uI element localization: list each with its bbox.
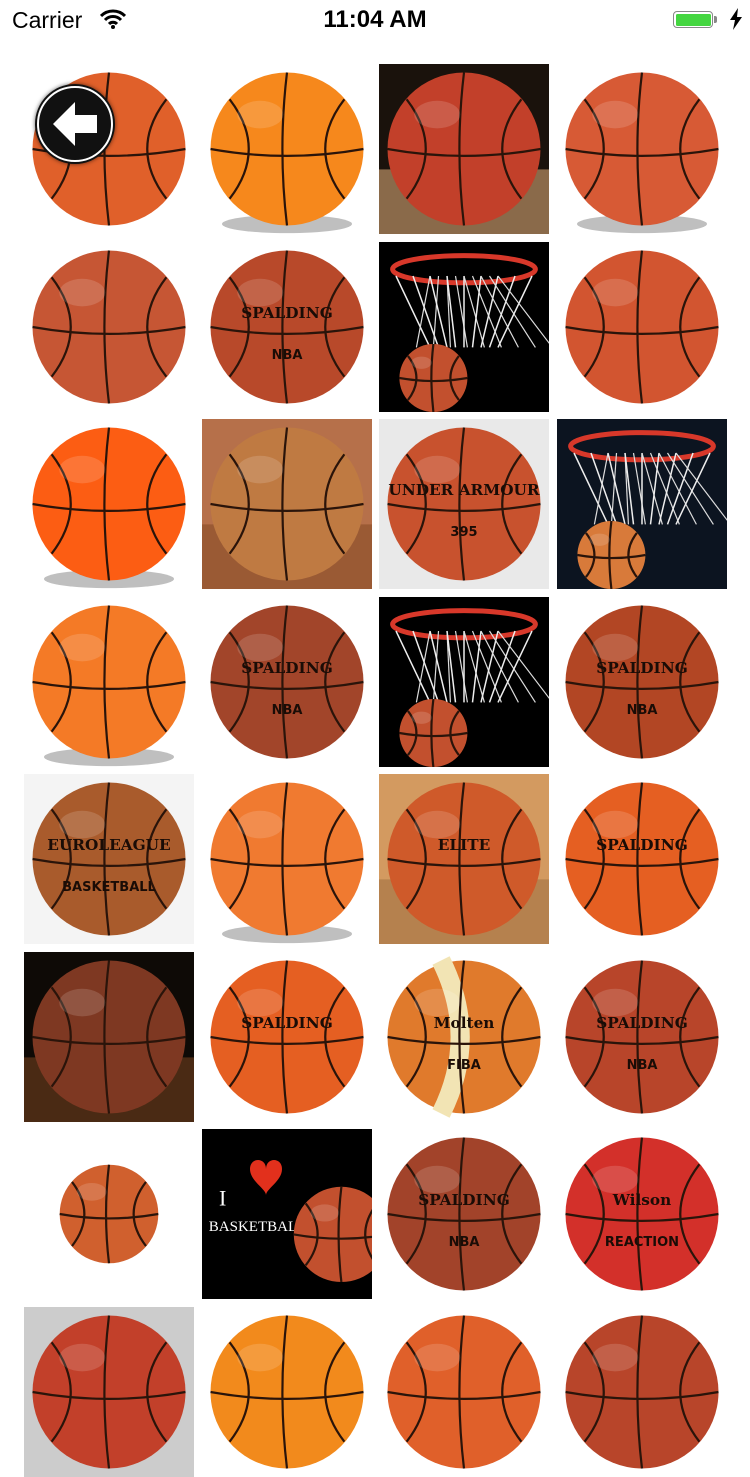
- thumbnail-25[interactable]: [24, 1129, 194, 1299]
- ball-brand-label: SPALDING: [418, 1191, 510, 1209]
- basketball: [210, 72, 364, 226]
- ball-sub-label: FIBA: [447, 1058, 481, 1073]
- basketball: [565, 250, 719, 404]
- basketball: [565, 960, 719, 1114]
- image-grid: SPALDING NBA UNDER ARMOUR 395 SPALDING NBA SPA…: [0, 0, 750, 1477]
- thumbnail-31[interactable]: [379, 1307, 549, 1477]
- thumbnail-21[interactable]: [24, 952, 194, 1122]
- thumbnail-11[interactable]: UNDER ARMOUR 395: [379, 419, 549, 589]
- basketball: [565, 1315, 719, 1469]
- thumbnail-2[interactable]: [202, 64, 372, 234]
- ball-brand-label: SPALDING: [596, 836, 688, 854]
- basketball: [32, 250, 186, 404]
- thumbnail-18[interactable]: [202, 774, 372, 944]
- thumbnail-27[interactable]: SPALDING NBA: [379, 1129, 549, 1299]
- back-button[interactable]: [35, 84, 115, 164]
- basketball: [210, 960, 364, 1114]
- basketball: [32, 1315, 186, 1469]
- basketball: [387, 1315, 541, 1469]
- ball-brand-label: UNDER ARMOUR: [388, 481, 539, 499]
- basketball: [565, 605, 719, 759]
- basketball: [32, 782, 186, 936]
- thumbnail-24[interactable]: SPALDING NBA: [557, 952, 727, 1122]
- thumbnail-6[interactable]: SPALDING NBA: [202, 242, 372, 412]
- thumbnail-17[interactable]: EUROLEAGUE BASKETBALL: [24, 774, 194, 944]
- ball-brand-label: SPALDING: [241, 304, 333, 322]
- ball-sub-label: NBA: [627, 703, 658, 718]
- ball-brand-label: SPALDING: [596, 1014, 688, 1032]
- ball-sub-label: NBA: [272, 703, 303, 718]
- thumbnail-28[interactable]: Wilson REACTION: [557, 1129, 727, 1299]
- thumbnail-29[interactable]: [24, 1307, 194, 1477]
- thumbnail-20[interactable]: SPALDING: [557, 774, 727, 944]
- ball-sub-label: REACTION: [605, 1235, 679, 1250]
- thumbnail-15[interactable]: [379, 597, 549, 767]
- thumbnail-32[interactable]: [557, 1307, 727, 1477]
- basketball: [565, 782, 719, 936]
- basketball: [32, 427, 186, 581]
- ball-brand-label: EUROLEAGUE: [47, 836, 170, 854]
- basketball: [565, 72, 719, 226]
- basketball: [32, 960, 186, 1114]
- basketball: [387, 1137, 541, 1291]
- ball-sub-label: NBA: [449, 1235, 480, 1250]
- basketball: [387, 427, 541, 581]
- basketball: [387, 782, 541, 936]
- love-text-i: I: [219, 1186, 226, 1211]
- thumbnail-7[interactable]: [379, 242, 549, 412]
- basketball: [59, 1164, 159, 1264]
- ball-brand-label: Molten: [434, 1014, 495, 1032]
- ball-sub-label: 395: [450, 525, 477, 540]
- thumbnail-22[interactable]: SPALDING: [202, 952, 372, 1122]
- basketball: [210, 250, 364, 404]
- thumbnail-26[interactable]: I BASKETBALL: [202, 1129, 372, 1299]
- ball-sub-label: BASKETBALL: [62, 880, 156, 895]
- thumbnail-12[interactable]: [557, 419, 727, 589]
- ball-brand-label: SPALDING: [241, 659, 333, 677]
- basketball: [210, 605, 364, 759]
- thumbnail-13[interactable]: [24, 597, 194, 767]
- thumbnail-19[interactable]: ELITE: [379, 774, 549, 944]
- thumbnail-9[interactable]: [24, 419, 194, 589]
- thumbnail-8[interactable]: [557, 242, 727, 412]
- basketball: [210, 1315, 364, 1469]
- ball-brand-label: SPALDING: [241, 1014, 333, 1032]
- basketball: [565, 1137, 719, 1291]
- ball-sub-label: NBA: [627, 1058, 658, 1073]
- basketball: [387, 72, 541, 226]
- thumbnail-4[interactable]: [557, 64, 727, 234]
- basketball: [210, 427, 364, 581]
- thumbnail-16[interactable]: SPALDING NBA: [557, 597, 727, 767]
- thumbnail-14[interactable]: SPALDING NBA: [202, 597, 372, 767]
- thumbnail-10[interactable]: [202, 419, 372, 589]
- thumbnail-30[interactable]: [202, 1307, 372, 1477]
- arrow-left-icon: [37, 86, 113, 162]
- ball-brand-label: SPALDING: [596, 659, 688, 677]
- basketball: [32, 605, 186, 759]
- basketball: [210, 782, 364, 936]
- ball-brand-label: ELITE: [438, 836, 491, 854]
- ball-sub-label: NBA: [272, 348, 303, 363]
- thumbnail-23[interactable]: Molten FIBA: [379, 952, 549, 1122]
- ball-brand-label: Wilson: [612, 1191, 671, 1209]
- thumbnail-3[interactable]: [379, 64, 549, 234]
- thumbnail-5[interactable]: [24, 242, 194, 412]
- love-text-basketball: BASKETBALL: [209, 1219, 306, 1235]
